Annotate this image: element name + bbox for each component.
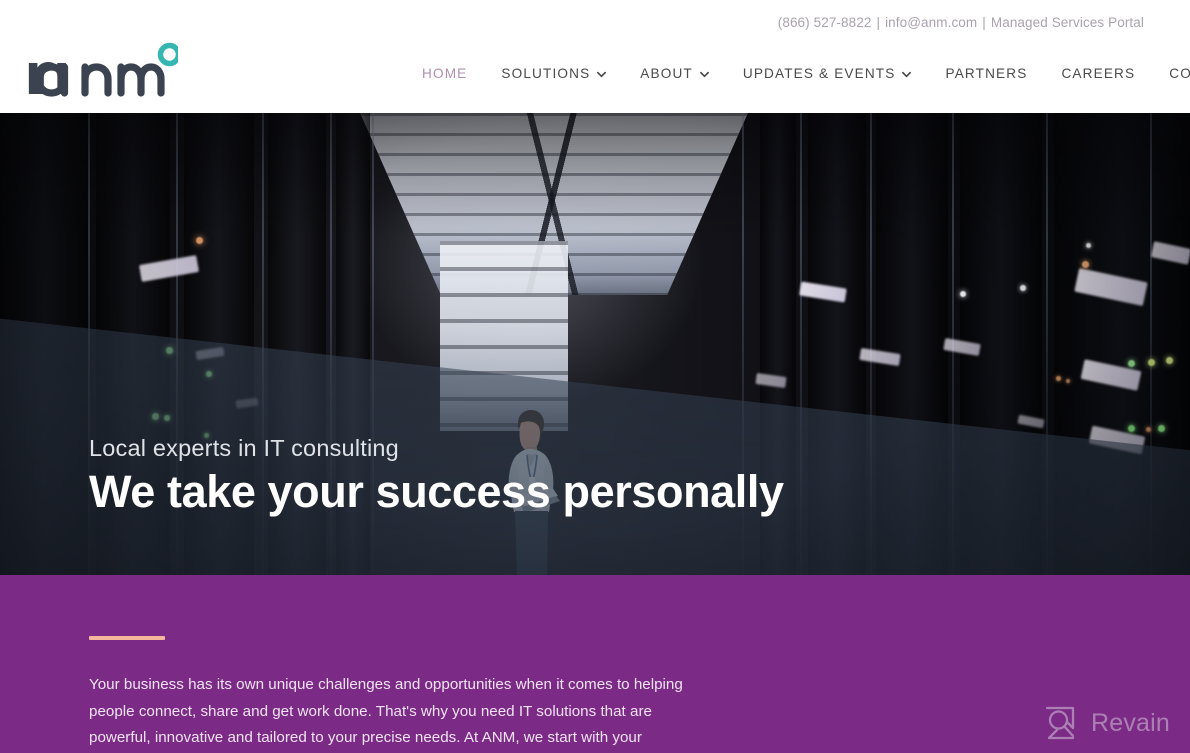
nav-item-about[interactable]: ABOUT [623,66,726,81]
intro-section: Your business has its own unique challen… [0,575,1190,753]
revain-logo-icon [1044,705,1080,741]
nav-label-careers: CAREERS [1061,66,1136,81]
nav-item-contact[interactable]: CONTACT [1152,66,1190,81]
managed-services-portal-link[interactable]: Managed Services Portal [991,15,1144,30]
accent-divider-bar [89,636,165,640]
nav-label-contact: CONTACT [1169,66,1190,81]
topbar-separator-1: | [876,14,881,30]
nav-item-solutions[interactable]: SOLUTIONS [484,66,623,81]
site-header: (866) 527-8822 | info@anm.com | Managed Serv… [0,0,1190,113]
hero-banner: Local experts in IT consulting We take y… [0,113,1190,575]
nav-label-solutions: SOLUTIONS [501,66,591,81]
nav-label-about: ABOUT [640,66,693,81]
revain-watermark: Revain [1044,705,1170,741]
nav-item-careers[interactable]: CAREERS [1044,66,1152,81]
topbar-separator-2: | [982,14,986,30]
site-logo[interactable] [28,40,178,102]
hero-headline: We take your success personally [89,466,784,517]
topbar-contact-group: (866) 527-8822 | info@anm.com | Managed Serv… [778,15,1144,30]
nav-item-updates-events[interactable]: UPDATES & EVENTS [726,66,929,81]
nav-label-home: HOME [422,66,468,81]
chevron-down-icon [902,70,912,79]
nav-item-partners[interactable]: PARTNERS [928,66,1044,81]
primary-nav-row: HOME SOLUTIONS ABOUT UPDATES & EVENTS PA… [0,42,1190,113]
nav-item-home[interactable]: HOME [405,66,484,81]
email-link[interactable]: info@anm.com [885,15,977,30]
intro-paragraph: Your business has its own unique challen… [89,676,683,746]
revain-watermark-label: Revain [1090,708,1170,737]
chevron-down-icon [597,70,607,79]
main-navigation: HOME SOLUTIONS ABOUT UPDATES & EVENTS PA… [405,66,1190,81]
utility-topbar: (866) 527-8822 | info@anm.com | Managed Serv… [0,0,1190,44]
chevron-down-icon [699,70,709,79]
phone-link[interactable]: (866) 527-8822 [778,15,872,30]
nav-label-partners: PARTNERS [945,66,1028,81]
anm-dot-ring-icon [157,42,178,67]
hero-text-block: Local experts in IT consulting We take y… [89,435,784,515]
nav-label-updates-events: UPDATES & EVENTS [742,66,896,81]
hero-kicker: Local experts in IT consulting [89,435,399,461]
